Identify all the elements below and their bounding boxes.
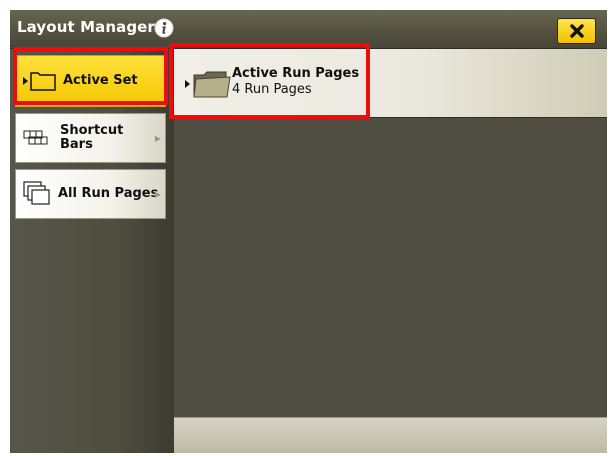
folder-title: Active Run Pages — [232, 66, 360, 81]
active-set-folder-icon — [23, 72, 56, 91]
sidebar-item-label: All Run Pages — [58, 186, 159, 201]
sidebar-item-label-line1: Shortcut — [60, 123, 124, 138]
sidebar: Active Set Shortcut Bars ▶ All Run Pages… — [10, 49, 167, 453]
sidebar-item-label: Active Set — [63, 73, 138, 88]
content-panel: Active Run Pages 4 Run Pages — [174, 49, 607, 453]
sidebar-item-label-line2: Bars — [60, 137, 93, 152]
all-run-pages-icon — [23, 181, 50, 205]
folder-icon — [185, 71, 231, 98]
close-icon — [569, 24, 584, 38]
chevron-right-icon: ▶ — [154, 189, 161, 199]
sidebar-item-all-run-pages[interactable]: All Run Pages ▶ — [15, 169, 166, 219]
shortcut-bars-icon — [23, 130, 48, 145]
sidebar-item-label: Shortcut Bars — [60, 124, 123, 152]
title-bar: Layout Manager — [10, 10, 607, 49]
active-run-pages-item[interactable]: Active Run Pages 4 Run Pages — [174, 49, 607, 118]
close-button[interactable] — [557, 18, 596, 44]
content-footer-bar — [174, 417, 607, 453]
info-icon[interactable] — [154, 18, 174, 38]
chevron-right-icon: ▶ — [154, 133, 161, 143]
sidebar-item-shortcut-bars[interactable]: Shortcut Bars ▶ — [15, 113, 166, 163]
layout-manager-window: Layout Manager Active Set Shortcut Bars … — [10, 10, 607, 453]
folder-subtitle: 4 Run Pages — [232, 82, 312, 97]
sidebar-item-active-set[interactable]: Active Set — [15, 55, 166, 107]
window-title: Layout Manager — [17, 18, 155, 36]
